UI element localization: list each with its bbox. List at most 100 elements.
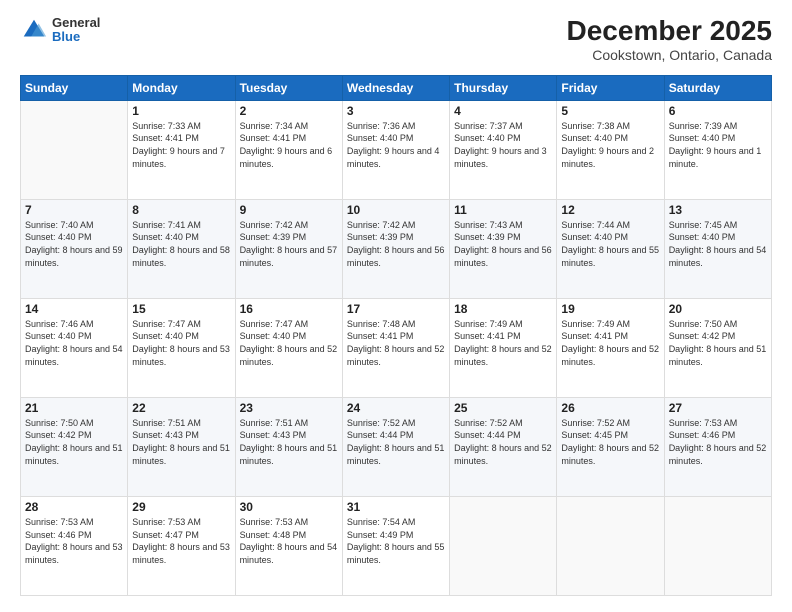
- cell-info: Sunrise: 7:47 AMSunset: 4:40 PMDaylight:…: [240, 318, 338, 368]
- cell-w3-d6: 19 Sunrise: 7:49 AMSunset: 4:41 PMDayligh…: [557, 298, 664, 397]
- day-number: 8: [132, 203, 230, 217]
- day-number: 13: [669, 203, 767, 217]
- day-number: 14: [25, 302, 123, 316]
- cell-info: Sunrise: 7:54 AMSunset: 4:49 PMDaylight:…: [347, 516, 445, 566]
- day-number: 17: [347, 302, 445, 316]
- cell-info: Sunrise: 7:52 AMSunset: 4:45 PMDaylight:…: [561, 417, 659, 467]
- day-number: 3: [347, 104, 445, 118]
- week-row-5: 28 Sunrise: 7:53 AMSunset: 4:46 PMDayligh…: [21, 496, 772, 595]
- col-thursday: Thursday: [450, 75, 557, 100]
- day-number: 15: [132, 302, 230, 316]
- day-number: 29: [132, 500, 230, 514]
- day-number: 12: [561, 203, 659, 217]
- logo-icon: [20, 16, 48, 44]
- day-number: 31: [347, 500, 445, 514]
- day-number: 22: [132, 401, 230, 415]
- cell-w5-d7: [664, 496, 771, 595]
- day-number: 28: [25, 500, 123, 514]
- cell-w3-d4: 17Sunrise: 7:48 AMSunset: 4:41 PMDayligh…: [342, 298, 449, 397]
- cell-w1-d2: 1 Sunrise: 7:33 AMSunset: 4:41 PMDaylight…: [128, 100, 235, 199]
- week-row-2: 7 Sunrise: 7:40 AMSunset: 4:40 PMDaylight…: [21, 199, 772, 298]
- calendar-title: December 2025: [567, 16, 772, 47]
- cell-w1-d5: 4Sunrise: 7:37 AMSunset: 4:40 PMDaylight…: [450, 100, 557, 199]
- calendar-header-row: Sunday Monday Tuesday Wednesday Thursday…: [21, 75, 772, 100]
- day-number: 23: [240, 401, 338, 415]
- cell-info: Sunrise: 7:42 AMSunset: 4:39 PMDaylight:…: [347, 219, 445, 269]
- cell-info: Sunrise: 7:52 AMSunset: 4:44 PMDaylight:…: [347, 417, 445, 467]
- cell-w5-d2: 29 Sunrise: 7:53 AMSunset: 4:47 PMDayligh…: [128, 496, 235, 595]
- day-number: 11: [454, 203, 552, 217]
- cell-info: Sunrise: 7:33 AMSunset: 4:41 PMDaylight:…: [132, 120, 230, 170]
- cell-w1-d3: 2 Sunrise: 7:34 AMSunset: 4:41 PMDaylight…: [235, 100, 342, 199]
- cell-info: Sunrise: 7:49 AMSunset: 4:41 PMDaylight:…: [561, 318, 659, 368]
- cell-info: Sunrise: 7:36 AMSunset: 4:40 PMDaylight:…: [347, 120, 445, 170]
- cell-w5-d6: [557, 496, 664, 595]
- cell-info: Sunrise: 7:53 AMSunset: 4:46 PMDaylight:…: [25, 516, 123, 566]
- col-friday: Friday: [557, 75, 664, 100]
- day-number: 10: [347, 203, 445, 217]
- day-number: 16: [240, 302, 338, 316]
- col-monday: Monday: [128, 75, 235, 100]
- calendar-table: Sunday Monday Tuesday Wednesday Thursday…: [20, 75, 772, 596]
- cell-w5-d4: 31 Sunrise: 7:54 AMSunset: 4:49 PMDayligh…: [342, 496, 449, 595]
- col-saturday: Saturday: [664, 75, 771, 100]
- cell-info: Sunrise: 7:44 AMSunset: 4:40 PMDaylight:…: [561, 219, 659, 269]
- day-number: 20: [669, 302, 767, 316]
- logo-blue-text: Blue: [52, 30, 100, 44]
- cell-w2-d7: 13Sunrise: 7:45 AMSunset: 4:40 PMDayligh…: [664, 199, 771, 298]
- day-number: 7: [25, 203, 123, 217]
- cell-w1-d1: [21, 100, 128, 199]
- cell-info: Sunrise: 7:34 AMSunset: 4:41 PMDaylight:…: [240, 120, 338, 170]
- cell-info: Sunrise: 7:43 AMSunset: 4:39 PMDaylight:…: [454, 219, 552, 269]
- title-block: December 2025 Cookstown, Ontario, Canada: [567, 16, 772, 63]
- cell-info: Sunrise: 7:53 AMSunset: 4:47 PMDaylight:…: [132, 516, 230, 566]
- cell-info: Sunrise: 7:50 AMSunset: 4:42 PMDaylight:…: [669, 318, 767, 368]
- cell-info: Sunrise: 7:49 AMSunset: 4:41 PMDaylight:…: [454, 318, 552, 368]
- day-number: 1: [132, 104, 230, 118]
- day-number: 27: [669, 401, 767, 415]
- cell-info: Sunrise: 7:46 AMSunset: 4:40 PMDaylight:…: [25, 318, 123, 368]
- day-number: 2: [240, 104, 338, 118]
- col-wednesday: Wednesday: [342, 75, 449, 100]
- day-number: 18: [454, 302, 552, 316]
- cell-w5-d1: 28 Sunrise: 7:53 AMSunset: 4:46 PMDayligh…: [21, 496, 128, 595]
- day-number: 25: [454, 401, 552, 415]
- logo: General Blue: [20, 16, 100, 45]
- col-sunday: Sunday: [21, 75, 128, 100]
- cell-w4-d3: 23Sunrise: 7:51 AMSunset: 4:43 PMDayligh…: [235, 397, 342, 496]
- header: General Blue December 2025 Cookstown, On…: [20, 16, 772, 63]
- cell-w2-d3: 9Sunrise: 7:42 AMSunset: 4:39 PMDaylight…: [235, 199, 342, 298]
- cell-w2-d6: 12 Sunrise: 7:44 AMSunset: 4:40 PMDayligh…: [557, 199, 664, 298]
- cell-w3-d3: 16 Sunrise: 7:47 AMSunset: 4:40 PMDayligh…: [235, 298, 342, 397]
- cell-info: Sunrise: 7:52 AMSunset: 4:44 PMDaylight:…: [454, 417, 552, 467]
- cell-w3-d1: 14 Sunrise: 7:46 AMSunset: 4:40 PMDayligh…: [21, 298, 128, 397]
- cell-w2-d4: 10 Sunrise: 7:42 AMSunset: 4:39 PMDayligh…: [342, 199, 449, 298]
- day-number: 26: [561, 401, 659, 415]
- calendar-subtitle: Cookstown, Ontario, Canada: [567, 47, 772, 63]
- cell-w4-d2: 22 Sunrise: 7:51 AMSunset: 4:43 PMDayligh…: [128, 397, 235, 496]
- day-number: 9: [240, 203, 338, 217]
- day-number: 6: [669, 104, 767, 118]
- day-number: 19: [561, 302, 659, 316]
- cell-w4-d4: 24 Sunrise: 7:52 AMSunset: 4:44 PMDayligh…: [342, 397, 449, 496]
- cell-info: Sunrise: 7:40 AMSunset: 4:40 PMDaylight:…: [25, 219, 123, 269]
- cell-w5-d5: [450, 496, 557, 595]
- cell-w2-d2: 8Sunrise: 7:41 AMSunset: 4:40 PMDaylight…: [128, 199, 235, 298]
- day-number: 30: [240, 500, 338, 514]
- week-row-4: 21 Sunrise: 7:50 AMSunset: 4:42 PMDayligh…: [21, 397, 772, 496]
- cell-info: Sunrise: 7:51 AMSunset: 4:43 PMDaylight:…: [132, 417, 230, 467]
- week-row-1: 1 Sunrise: 7:33 AMSunset: 4:41 PMDaylight…: [21, 100, 772, 199]
- cell-info: Sunrise: 7:50 AMSunset: 4:42 PMDaylight:…: [25, 417, 123, 467]
- logo-text: General Blue: [52, 16, 100, 45]
- day-number: 21: [25, 401, 123, 415]
- col-tuesday: Tuesday: [235, 75, 342, 100]
- day-number: 4: [454, 104, 552, 118]
- logo-general-text: General: [52, 16, 100, 30]
- cell-w5-d3: 30Sunrise: 7:53 AMSunset: 4:48 PMDayligh…: [235, 496, 342, 595]
- cell-w1-d4: 3 Sunrise: 7:36 AMSunset: 4:40 PMDaylight…: [342, 100, 449, 199]
- day-number: 5: [561, 104, 659, 118]
- day-number: 24: [347, 401, 445, 415]
- cell-info: Sunrise: 7:53 AMSunset: 4:46 PMDaylight:…: [669, 417, 767, 467]
- cell-info: Sunrise: 7:38 AMSunset: 4:40 PMDaylight:…: [561, 120, 659, 170]
- cell-info: Sunrise: 7:39 AMSunset: 4:40 PMDaylight:…: [669, 120, 767, 170]
